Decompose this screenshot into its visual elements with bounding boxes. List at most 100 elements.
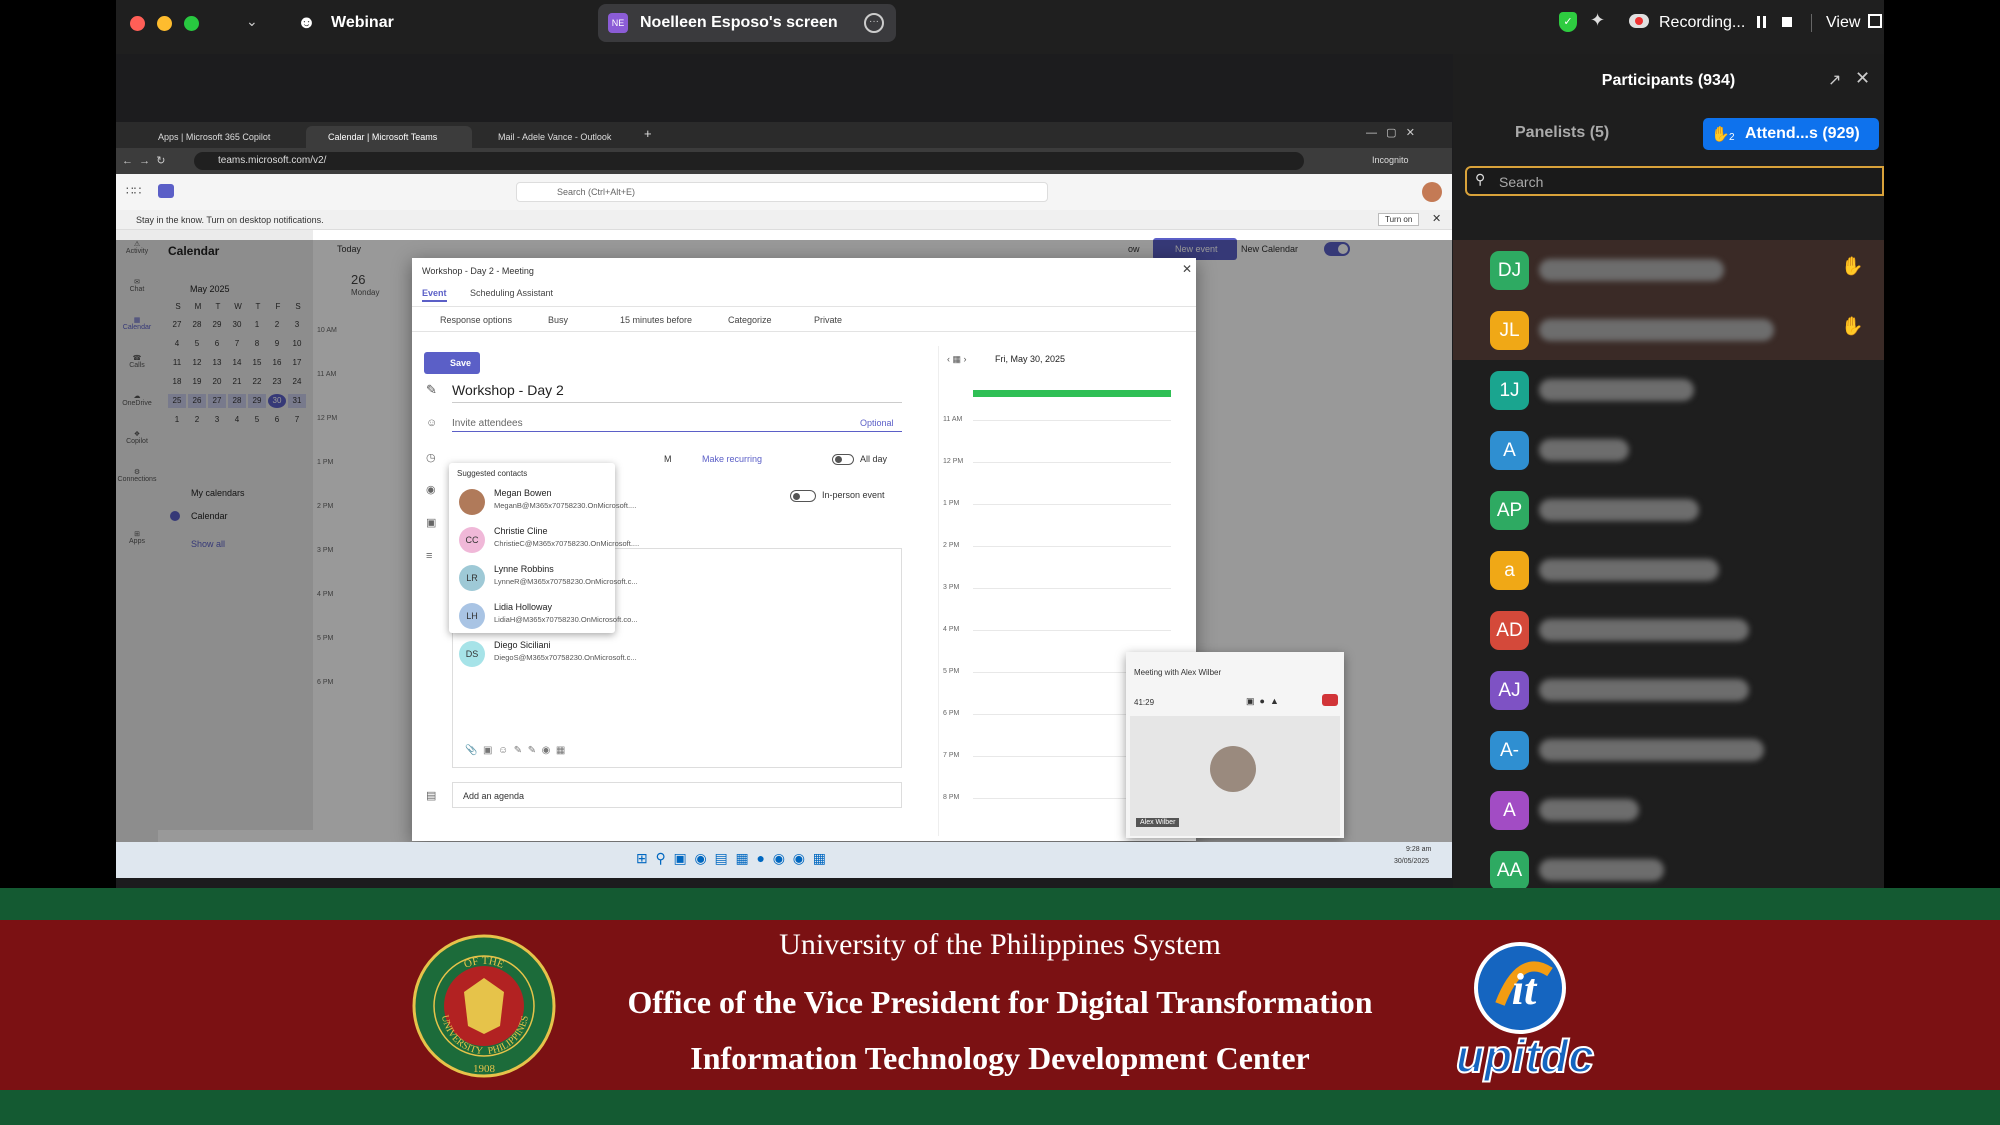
view-button[interactable]: View xyxy=(1826,14,1860,32)
schedule-time-label: 5 PM xyxy=(943,668,960,675)
tab-copilot[interactable]: Apps | Microsoft 365 Copilot xyxy=(136,126,302,148)
grid-view-icon[interactable] xyxy=(1868,14,1882,28)
user-avatar[interactable] xyxy=(1422,182,1442,202)
new-tab-icon[interactable]: + xyxy=(644,126,652,141)
contact-item[interactable]: CC Christie Cline ChristieC@M365x70758230.… xyxy=(449,521,639,559)
url-field[interactable]: teams.microsoft.com/v2/ xyxy=(194,152,1304,170)
call-timer: 41:29 xyxy=(1134,698,1155,707)
screen-share-indicator[interactable]: NE Noelleen Esposo's screen ··· xyxy=(598,4,896,42)
participant-row[interactable]: a xyxy=(1453,540,1884,600)
participant-avatar: JL xyxy=(1490,311,1529,350)
maximize-window-button[interactable] xyxy=(184,16,199,31)
participant-row[interactable]: AJ xyxy=(1453,660,1884,720)
contact-item[interactable]: DS Diego Siciliani DiegoS@M365x70758230.On… xyxy=(449,635,637,673)
redacted-name xyxy=(1539,619,1749,641)
redacted-name xyxy=(1539,439,1629,461)
tab-scheduling-assistant[interactable]: Scheduling Assistant xyxy=(470,288,553,298)
participant-row[interactable]: AA xyxy=(1453,840,1884,888)
contact-avatar: CC xyxy=(459,527,485,553)
redacted-name xyxy=(1539,559,1719,581)
app-launcher-icon[interactable]: ∷∷ xyxy=(126,184,141,198)
schedule-time-label: 6 PM xyxy=(943,710,960,717)
participant-avatar: A xyxy=(1490,431,1529,470)
security-shield-icon[interactable]: ✓ xyxy=(1559,12,1577,32)
taskbar-date: 30/05/2025 xyxy=(1394,858,1430,865)
contact-item[interactable]: Megan Bowen MeganB@M365x70758230.OnMicros… xyxy=(449,483,636,521)
chevron-down-icon[interactable]: ⌄ xyxy=(246,13,258,30)
call-controls-icon[interactable]: ▣ ● ▲ xyxy=(1246,696,1279,707)
pop-out-icon[interactable]: ↗ xyxy=(1828,70,1841,90)
dialog-close-icon[interactable]: ✕ xyxy=(1182,262,1192,276)
university-banner: OF THE UNIVERSITY PHILIPPINES 1908 Unive… xyxy=(0,920,2000,1090)
turn-on-button[interactable]: Turn on xyxy=(1378,213,1420,226)
stop-icon[interactable] xyxy=(1782,17,1792,27)
tab-attendees[interactable]: ✋ 2 Attend...s (929) xyxy=(1703,118,1879,150)
participant-row[interactable]: DJ ✋ xyxy=(1453,240,1884,300)
participant-row[interactable]: A xyxy=(1453,780,1884,840)
hour-gridline xyxy=(973,546,1171,547)
cloud-recording-icon xyxy=(1629,14,1649,28)
contact-item[interactable]: LR Lynne Robbins LynneR@M365x70758230.OnMi… xyxy=(449,559,638,597)
teams-search-input[interactable]: Search (Ctrl+Alt+E) xyxy=(516,182,1048,202)
schedule-time-label: 2 PM xyxy=(943,542,960,549)
participant-row[interactable]: AD xyxy=(1453,600,1884,660)
participant-row[interactable]: A- xyxy=(1453,720,1884,780)
close-panel-icon[interactable]: ✕ xyxy=(1855,68,1870,89)
in-person-toggle[interactable] xyxy=(790,490,816,502)
tab-panelists[interactable]: Panelists (5) xyxy=(1515,124,1609,142)
schedule-time-label: 11 AM xyxy=(943,416,963,423)
recording-label: Recording... xyxy=(1659,14,1746,31)
tab-teams-calendar[interactable]: Calendar | Microsoft Teams xyxy=(306,126,472,148)
optional-link[interactable]: Optional xyxy=(860,418,894,428)
participant-row[interactable]: AP xyxy=(1453,480,1884,540)
save-button[interactable]: Save xyxy=(424,352,480,374)
incognito-badge: Incognito xyxy=(1372,155,1409,165)
ai-sparkle-icon[interactable]: ✦ xyxy=(1590,10,1605,31)
participant-row[interactable]: JL ✋ xyxy=(1453,300,1884,360)
call-pip-window[interactable]: Meeting with Alex Wilber 41:29 ▣ ● ▲ Ale… xyxy=(1126,652,1344,838)
end-time-field[interactable]: M xyxy=(664,454,672,464)
taskbar-icons[interactable]: ⊞ ⚲ ▣ ◉ ▤ ▦ ● ◉ ◉ ▦ xyxy=(636,850,826,867)
participant-avatar: a xyxy=(1490,551,1529,590)
more-options-icon[interactable]: ··· xyxy=(864,13,884,33)
pause-icon[interactable] xyxy=(1756,16,1768,28)
participant-row[interactable]: A xyxy=(1453,420,1884,480)
event-title-input[interactable]: Workshop - Day 2 xyxy=(452,382,564,398)
dialog-toolbar: Response options Busy 15 minutes before … xyxy=(412,306,1196,332)
response-options-dropdown[interactable]: Response options xyxy=(440,315,512,325)
editor-toolbar-icons[interactable]: 📎 ▣ ☺ ✎ ✎ ◉ ▦ xyxy=(465,745,565,756)
banner-line-3: Information Technology Development Cente… xyxy=(690,1040,1310,1076)
tab-event[interactable]: Event xyxy=(422,288,447,302)
schedule-time-label: 12 PM xyxy=(943,458,964,465)
contact-item[interactable]: LH Lidia Holloway LidiaH@M365x70758230.OnM… xyxy=(449,597,638,635)
close-icon[interactable]: ✕ xyxy=(1432,212,1441,225)
participant-search-input[interactable]: ⚲ Search xyxy=(1465,166,1884,196)
window-controls[interactable]: — ▢ ✕ xyxy=(1366,126,1415,139)
banner-line-2: Office of the Vice President for Digital… xyxy=(627,984,1373,1020)
minimize-window-button[interactable] xyxy=(157,16,172,31)
all-day-toggle[interactable] xyxy=(832,454,854,465)
categorize-dropdown[interactable]: Categorize xyxy=(728,315,772,325)
close-window-button[interactable] xyxy=(130,16,145,31)
browser-tab-strip: Apps | Microsoft 365 Copilot Calendar | … xyxy=(116,122,1452,148)
banner-line-1: University of the Philippines System xyxy=(779,928,1221,961)
invite-attendees-input[interactable]: Invite attendees xyxy=(452,418,523,429)
private-toggle[interactable]: Private xyxy=(814,315,842,325)
video-name-tag: Alex Wilber xyxy=(1136,818,1180,827)
participant-row[interactable]: 1J xyxy=(1453,360,1884,420)
contact-avatar: LR xyxy=(459,565,485,591)
reminder-dropdown[interactable]: 15 minutes before xyxy=(620,315,692,325)
make-recurring-button[interactable]: Make recurring xyxy=(702,454,762,464)
hang-up-button[interactable] xyxy=(1322,694,1338,706)
redacted-name xyxy=(1539,379,1694,401)
contact-list: Megan Bowen MeganB@M365x70758230.OnMicros… xyxy=(449,463,639,667)
title-icon: ✎ xyxy=(426,382,437,397)
raised-hand-icon: ✋ xyxy=(1841,316,1864,336)
participant-avatar: AA xyxy=(1490,851,1529,888)
hour-gridline xyxy=(973,588,1171,589)
nav-arrows-icon[interactable]: ← → ↻ xyxy=(122,154,165,167)
busy-dropdown[interactable]: Busy xyxy=(548,315,568,325)
tab-outlook[interactable]: Mail - Adele Vance - Outlook xyxy=(476,126,642,148)
agenda-input[interactable]: Add an agenda xyxy=(452,782,902,808)
contact-name: Megan Bowen xyxy=(494,488,552,498)
